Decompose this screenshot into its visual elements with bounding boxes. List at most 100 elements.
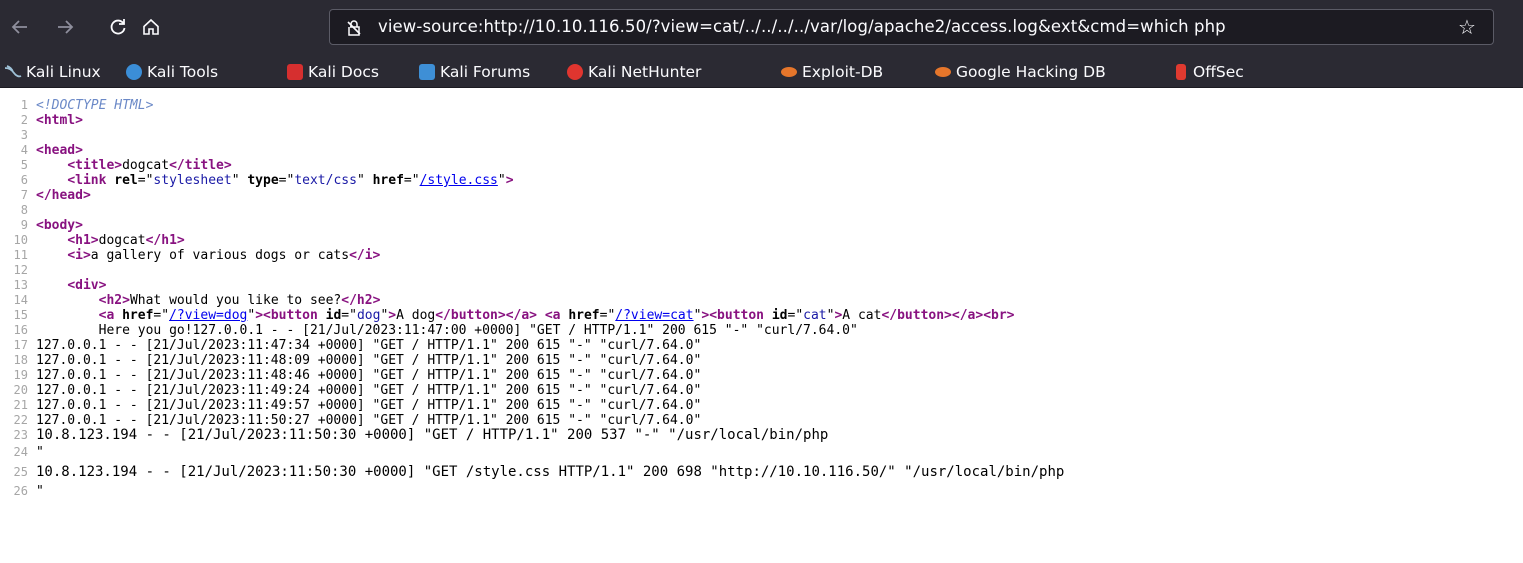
source-line: 17 127.0.0.1 - - [21/Jul/2023:11:47:34 +0… [0,338,702,353]
bookmark-kali-linux[interactable]: Kali Linux [4,61,101,83]
ghdb-icon [935,67,951,77]
log-text: Here you go!127.0.0.1 - - [21/Jul/2023:1… [98,323,858,338]
bookmark-google-hacking-db[interactable]: Google Hacking DB [935,61,1106,83]
line-number: 9 [20,218,28,232]
line-number: 15 [13,308,28,322]
line-number: 20 [13,383,28,397]
tag: <title> [67,158,123,173]
line-number: 4 [20,143,28,157]
kali-docs-icon [287,64,303,80]
source-line: 16 Here you go!127.0.0.1 - - [21/Jul/202… [0,323,858,338]
line-number: 14 [13,293,28,307]
url-text[interactable]: view-source:http://10.10.116.50/?view=ca… [378,17,1226,36]
tag: </title> [169,158,232,173]
source-line: 19 127.0.0.1 - - [21/Jul/2023:11:48:46 +0… [0,368,702,383]
bookmark-kali-tools[interactable]: Kali Tools [126,61,218,83]
source-line: 7 </head> [0,188,91,203]
line-number: 22 [13,413,28,427]
tag: <html> [36,113,83,128]
bookmark-label: Exploit-DB [802,63,884,81]
line-number: 3 [20,128,28,142]
title-text: dogcat [122,158,170,173]
line-number: 19 [13,368,28,382]
source-line: 24 " [0,445,44,460]
tag: <i> [67,248,91,263]
line-number: 5 [20,158,28,172]
source-line: 5 <title>dogcat</title> [0,158,232,173]
bookmark-star-icon[interactable]: ☆ [1458,15,1476,39]
source-line: 15 <a href="/?view=dog"><button id="dog"… [0,308,1015,323]
source-line: 3 [0,128,36,143]
doctype: <!DOCTYPE HTML> [36,98,154,113]
tag: </h1> [145,233,185,248]
bookmark-label: OffSec [1193,63,1244,81]
bookmark-label: Kali Linux [26,63,101,81]
source-line: 22 127.0.0.1 - - [21/Jul/2023:11:50:27 +0… [0,413,702,428]
view-dog-link[interactable]: /?view=dog [169,308,247,323]
source-line: 2 <html> [0,113,83,128]
kali-tools-icon [126,64,142,80]
line-number: 10 [13,233,28,247]
tag: </i> [349,248,381,263]
log-line: " [36,445,44,460]
button-cat-text: A cat [842,308,882,323]
tag: <head> [36,143,83,158]
source-line: 1 <!DOCTYPE HTML> [0,98,154,113]
bookmark-kali-nethunter[interactable]: Kali NetHunter [567,61,701,83]
forward-arrow-icon[interactable] [51,13,79,41]
kali-dragon-icon [4,64,22,80]
log-line: 127.0.0.1 - - [21/Jul/2023:11:50:27 +000… [36,413,702,428]
line-number: 7 [20,188,28,202]
bookmark-kali-docs[interactable]: Kali Docs [287,61,379,83]
line-number: 24 [13,445,28,459]
source-line: 18 127.0.0.1 - - [21/Jul/2023:11:48:09 +0… [0,353,702,368]
tag: <div> [67,278,107,293]
bookmark-exploit-db[interactable]: Exploit-DB [781,61,883,83]
attr-value: cat [803,308,827,323]
bookmark-label: Google Hacking DB [956,63,1106,81]
i-text: a gallery of various dogs or cats [90,248,350,263]
bookmarks-toolbar: Kali Linux Kali Tools Kali Docs Kali For… [0,55,1523,88]
source-line: 11 <i>a gallery of various dogs or cats<… [0,248,381,263]
home-icon[interactable] [137,13,165,41]
attr-name: rel [114,173,138,188]
button-dog-text: A dog [396,308,436,323]
offsec-icon [1176,64,1186,80]
reload-icon[interactable] [104,13,132,41]
source-view: 1 <!DOCTYPE HTML> 2 <html> 3 4 <head> 5 <ti… [0,90,1523,563]
back-arrow-icon[interactable] [6,13,34,41]
line-number: 16 [13,323,28,337]
browser-toolbar: view-source:http://10.10.116.50/?view=ca… [0,0,1523,55]
line-number: 2 [20,113,28,127]
line-number: 23 [13,428,28,442]
connection-not-secure-icon[interactable] [343,17,365,39]
source-line: 6 <link rel="stylesheet" type="text/css"… [0,173,514,188]
source-line: 12 [0,263,36,278]
bookmark-label: Kali Docs [308,63,379,81]
h2-text: What would you like to see? [129,293,342,308]
attr-value: dog [356,308,381,323]
attr-value: text/css [294,173,357,188]
tag: <h1> [67,233,99,248]
attr-name: type [247,173,279,188]
url-bar[interactable]: view-source:http://10.10.116.50/?view=ca… [329,9,1494,45]
log-line: 127.0.0.1 - - [21/Jul/2023:11:49:24 +000… [36,383,702,398]
view-cat-link[interactable]: /?view=cat [615,308,693,323]
source-line: 20 127.0.0.1 - - [21/Jul/2023:11:49:24 +0… [0,383,702,398]
log-line: 127.0.0.1 - - [21/Jul/2023:11:48:46 +000… [36,368,702,383]
line-number: 21 [13,398,28,412]
exploit-db-icon [781,67,797,77]
source-line: 21 127.0.0.1 - - [21/Jul/2023:11:49:57 +0… [0,398,702,413]
source-line: 23 10.8.123.194 - - [21/Jul/2023:11:50:30… [0,428,829,445]
line-number: 13 [13,278,28,292]
source-line: 26 " [0,484,44,499]
tag: <h2> [98,293,130,308]
line-number: 18 [13,353,28,367]
bookmark-offsec[interactable]: OffSec [1173,61,1244,83]
source-line: 14 <h2>What would you like to see?</h2> [0,293,381,308]
line-number: 25 [13,465,28,479]
source-line: 10 <h1>dogcat</h1> [0,233,185,248]
bookmark-kali-forums[interactable]: Kali Forums [419,61,530,83]
line-number: 8 [20,203,28,217]
style-css-link[interactable]: /style.css [420,173,498,188]
